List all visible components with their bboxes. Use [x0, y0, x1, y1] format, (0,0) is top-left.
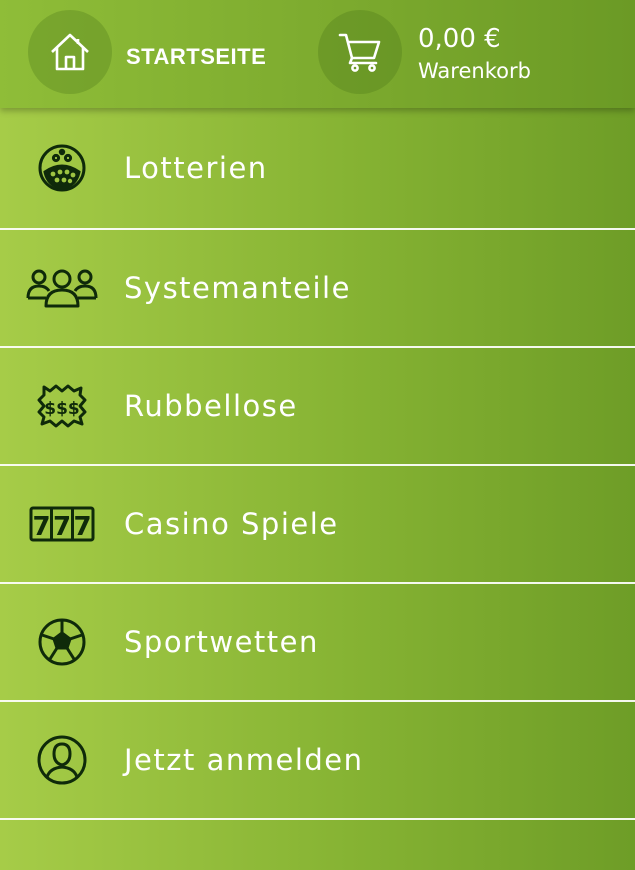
menu-label-sportwetten: Sportwetten: [124, 625, 319, 659]
cart-amount[interactable]: 0,00 €: [418, 24, 501, 54]
slot-machine-777-icon: 7 7 7: [26, 497, 98, 551]
menu-item-casino-spiele[interactable]: 7 7 7 Casino Spiele: [0, 466, 635, 584]
main-menu: Lotterien Systemanteile $$$ Rubbellose 7…: [0, 108, 635, 820]
cart-label[interactable]: Warenkorb: [418, 59, 531, 83]
shopping-cart-icon: [338, 33, 381, 72]
lottery-balls-icon: [26, 141, 98, 195]
soccer-ball-icon: [26, 615, 98, 669]
menu-item-systemanteile[interactable]: Systemanteile: [0, 230, 635, 348]
svg-text:7: 7: [32, 512, 50, 542]
menu-item-lotterien[interactable]: Lotterien: [0, 108, 635, 230]
menu-label-rubbellose: Rubbellose: [124, 389, 298, 423]
menu-label-systemanteile: Systemanteile: [124, 271, 351, 305]
top-header: STARTSEITE 0,00 € Warenkorb: [0, 0, 635, 108]
menu-item-sportwetten[interactable]: Sportwetten: [0, 584, 635, 702]
svg-text:$$$: $$$: [44, 399, 80, 419]
menu-label-casino-spiele: Casino Spiele: [124, 507, 339, 541]
menu-label-jetzt-anmelden: Jetzt anmelden: [124, 743, 364, 777]
home-icon: [51, 33, 89, 71]
svg-text:7: 7: [73, 512, 91, 542]
menu-label-lotterien: Lotterien: [124, 151, 268, 185]
cart-button[interactable]: [318, 10, 402, 94]
home-label[interactable]: STARTSEITE: [126, 44, 266, 70]
menu-item-rubbellose[interactable]: $$$ Rubbellose: [0, 348, 635, 466]
home-button[interactable]: [28, 10, 112, 94]
user-profile-icon: [26, 733, 98, 787]
group-people-icon: [26, 261, 98, 315]
scratch-card-icon: $$$: [26, 379, 98, 433]
svg-text:7: 7: [53, 512, 71, 542]
menu-item-jetzt-anmelden[interactable]: Jetzt anmelden: [0, 702, 635, 820]
